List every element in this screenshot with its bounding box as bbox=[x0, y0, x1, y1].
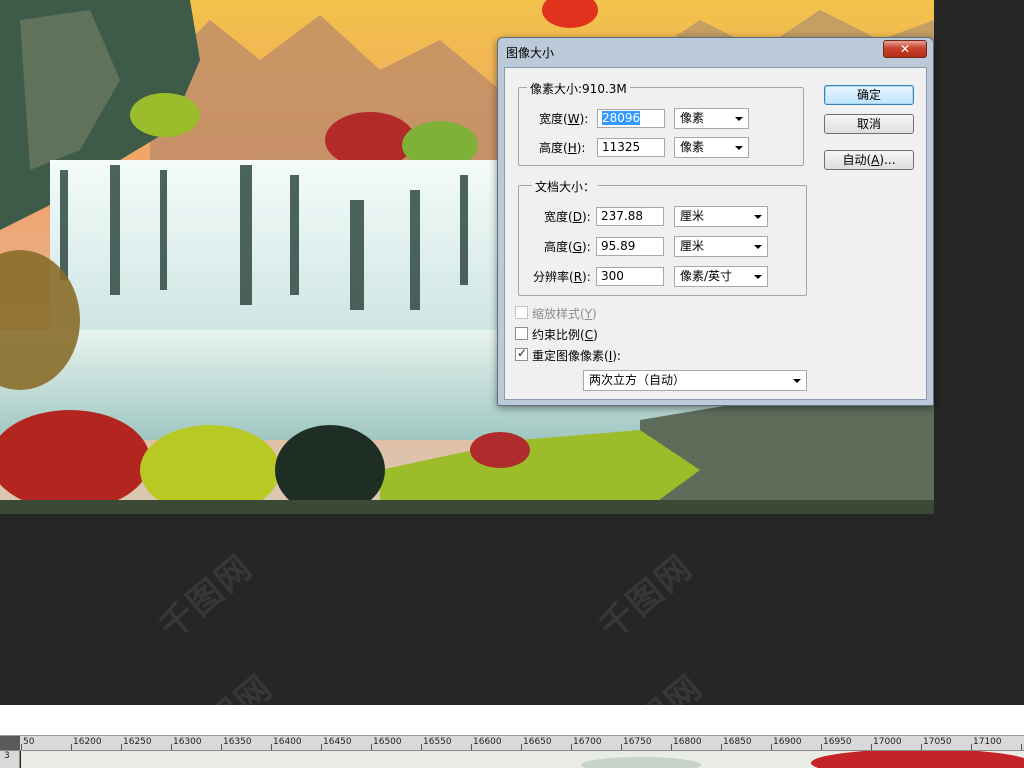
ok-button[interactable]: 确定 bbox=[824, 85, 914, 105]
resample-image-checkbox[interactable]: ✓ bbox=[515, 346, 528, 361]
ruler-tick bbox=[21, 744, 22, 750]
ruler-tick bbox=[521, 744, 522, 750]
vertical-ruler[interactable]: 3 bbox=[0, 751, 20, 768]
ruler-tick bbox=[721, 744, 722, 750]
resample-method-select[interactable]: 两次立方（自动） bbox=[583, 370, 807, 391]
ruler-tick-label: 17000 bbox=[873, 737, 902, 747]
second-document-tab-area bbox=[0, 705, 1024, 735]
ruler-tick bbox=[1021, 744, 1022, 750]
ruler-tick-label: 16700 bbox=[573, 737, 602, 747]
ruler-tick bbox=[471, 744, 472, 750]
resolution-label: 分辨率(R): bbox=[533, 270, 591, 284]
ruler-tick-label: 16600 bbox=[473, 737, 502, 747]
resolution-unit-select[interactable]: 像素/英寸 bbox=[674, 266, 768, 287]
watermark-text: 千图网 bbox=[592, 547, 701, 648]
ruler-tick bbox=[171, 744, 172, 750]
doc-height-input[interactable]: 95.89 bbox=[596, 237, 664, 256]
ruler-tick bbox=[821, 744, 822, 750]
ruler-tick bbox=[71, 744, 72, 750]
scale-styles-label: 缩放样式(Y) bbox=[532, 307, 597, 321]
dialog-titlebar[interactable]: 图像大小 ✕ bbox=[498, 38, 933, 66]
ruler-tick-label: 16900 bbox=[773, 737, 802, 747]
ruler-tick-label: 16350 bbox=[223, 737, 252, 747]
pixel-dimensions-legend: 像素大小:910.3M bbox=[527, 80, 630, 97]
resample-image-checkbox-row[interactable]: ✓ 重定图像像素(I): bbox=[515, 346, 655, 363]
auto-button[interactable]: 自动(A)... bbox=[824, 150, 914, 170]
close-icon: ✕ bbox=[899, 42, 911, 56]
doc-height-unit-select[interactable]: 厘米 bbox=[674, 236, 768, 257]
doc-width-unit-select[interactable]: 厘米 bbox=[674, 206, 768, 227]
ruler-tick bbox=[671, 744, 672, 750]
ruler-tick bbox=[871, 744, 872, 750]
dialog-body: 像素大小:910.3M 宽度(W): 28096 像素 高度(H): 11325… bbox=[504, 67, 927, 400]
ruler-tick bbox=[971, 744, 972, 750]
vertical-ruler-label: 3 bbox=[4, 751, 10, 761]
ruler-tick bbox=[421, 744, 422, 750]
ruler-tick-label: 16450 bbox=[323, 737, 352, 747]
ruler-tick-label: 50 bbox=[23, 737, 35, 747]
pixel-width-unit-select[interactable]: 像素 bbox=[674, 108, 749, 129]
pixel-width-input[interactable]: 28096 bbox=[597, 109, 665, 128]
scale-styles-checkbox[interactable] bbox=[515, 306, 528, 319]
close-button[interactable]: ✕ bbox=[883, 40, 927, 58]
constrain-proportions-checkbox-row[interactable]: 约束比例(C) bbox=[515, 326, 635, 342]
ruler-tick-label: 16950 bbox=[823, 737, 852, 747]
ruler-tick bbox=[921, 744, 922, 750]
scale-styles-checkbox-row[interactable]: 缩放样式(Y) bbox=[515, 305, 635, 321]
ruler-corner[interactable] bbox=[0, 736, 20, 750]
chevron-down-icon bbox=[754, 245, 762, 249]
resample-image-label: 重定图像像素(I): bbox=[532, 349, 621, 363]
ruler-tick bbox=[571, 744, 572, 750]
image-size-dialog: 图像大小 ✕ 像素大小:910.3M 宽度(W): 28096 像素 高度(H)… bbox=[497, 37, 934, 406]
pixel-height-input[interactable]: 11325 bbox=[597, 138, 665, 157]
ruler-tick-label: 17050 bbox=[923, 737, 952, 747]
chevron-down-icon bbox=[793, 379, 801, 383]
checkmark-icon: ✓ bbox=[517, 346, 528, 360]
document-size-legend: 文档大小： bbox=[532, 178, 599, 195]
doc-width-label: 宽度(D): bbox=[544, 210, 591, 224]
pixel-width-label: 宽度(W): bbox=[539, 112, 589, 126]
ruler-tick bbox=[221, 744, 222, 750]
constrain-proportions-label: 约束比例(C) bbox=[532, 328, 598, 342]
ruler-tick-label: 16750 bbox=[623, 737, 652, 747]
resolution-input[interactable]: 300 bbox=[596, 267, 664, 286]
second-document-canvas[interactable] bbox=[21, 751, 1024, 768]
pixel-height-unit-select[interactable]: 像素 bbox=[674, 137, 749, 158]
chevron-down-icon bbox=[754, 215, 762, 219]
constrain-proportions-checkbox[interactable] bbox=[515, 327, 528, 340]
cancel-button[interactable]: 取消 bbox=[824, 114, 914, 134]
ruler-tick bbox=[371, 744, 372, 750]
ruler-tick bbox=[271, 744, 272, 750]
ruler-tick bbox=[121, 744, 122, 750]
ruler-tick-label: 16650 bbox=[523, 737, 552, 747]
ruler-tick bbox=[321, 744, 322, 750]
ruler-tick-label: 16800 bbox=[673, 737, 702, 747]
doc-height-label: 高度(G): bbox=[544, 240, 591, 254]
ruler-tick-label: 16250 bbox=[123, 737, 152, 747]
horizontal-ruler[interactable]: 50 16200 16250 16300 16350 16400 16450 16500 165… bbox=[0, 735, 1024, 751]
dialog-title: 图像大小 bbox=[506, 46, 555, 60]
chevron-down-icon bbox=[735, 146, 743, 150]
chevron-down-icon bbox=[735, 117, 743, 121]
ruler-tick-label: 16500 bbox=[373, 737, 402, 747]
watermark-text: 千图网 bbox=[152, 547, 261, 648]
ruler-tick-label: 16400 bbox=[273, 737, 302, 747]
ruler-tick-label: 16200 bbox=[73, 737, 102, 747]
chevron-down-icon bbox=[754, 275, 762, 279]
pixel-height-label: 高度(H): bbox=[539, 141, 586, 155]
photoshop-workspace: 千图网 千图网 千图网 千图网 501620016250163001635016… bbox=[0, 0, 1024, 768]
ruler-tick bbox=[621, 744, 622, 750]
doc-width-input[interactable]: 237.88 bbox=[596, 207, 664, 226]
ruler-tick bbox=[771, 744, 772, 750]
ruler-tick-label: 17100 bbox=[973, 737, 1002, 747]
ruler-tick-label: 16850 bbox=[723, 737, 752, 747]
ruler-tick-label: 16300 bbox=[173, 737, 202, 747]
ruler-tick-label: 16550 bbox=[423, 737, 452, 747]
